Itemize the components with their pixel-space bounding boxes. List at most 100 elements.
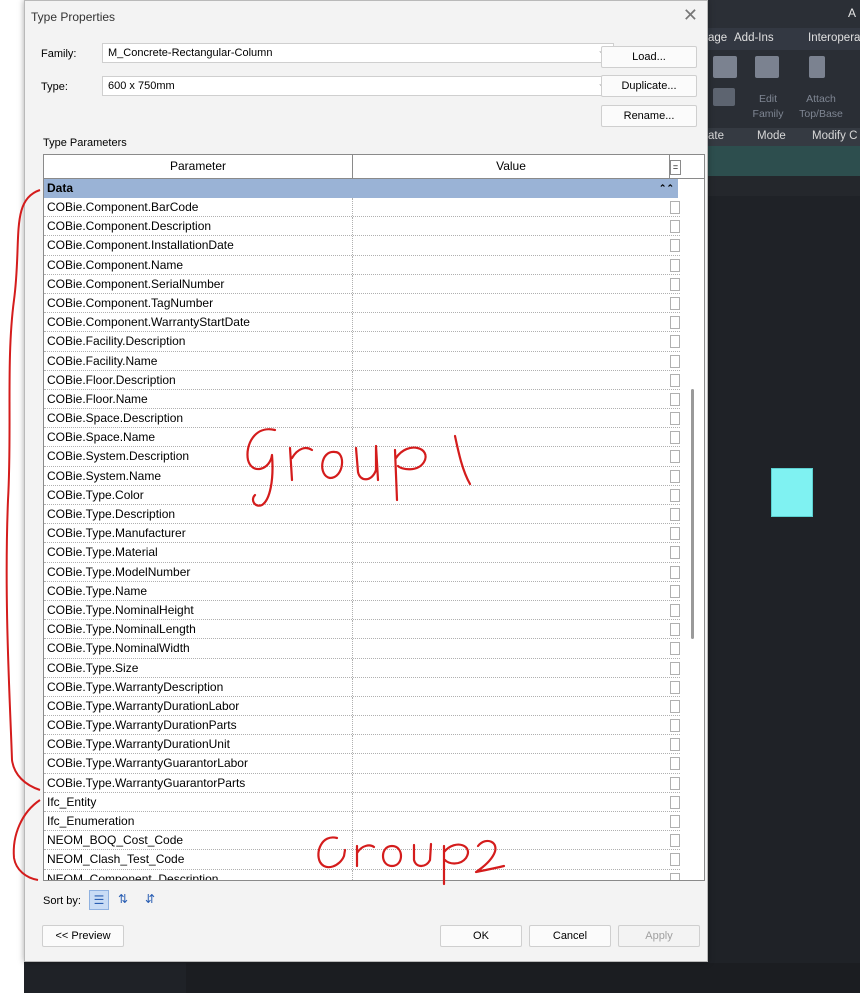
formula-button[interactable] — [670, 431, 680, 445]
parameter-column-header[interactable]: Parameter — [44, 155, 353, 178]
parameter-row[interactable]: Ifc_Enumeration — [44, 812, 680, 832]
parameter-row[interactable]: COBie.Type.NominalLength — [44, 620, 680, 640]
formula-button[interactable] — [670, 565, 680, 579]
parameter-row[interactable]: NEOM_Clash_Test_Code — [44, 850, 680, 870]
parameter-row[interactable]: COBie.Type.Color — [44, 485, 680, 505]
ribbon-tab-manage[interactable]: age — [708, 32, 727, 44]
edit-family-button[interactable]: Edit Family — [750, 92, 786, 122]
formula-button[interactable] — [670, 412, 680, 426]
parameter-row[interactable]: COBie.Type.WarrantyDurationParts — [44, 716, 680, 736]
scrollbar-thumb[interactable] — [691, 389, 694, 639]
formula-button[interactable] — [670, 354, 680, 368]
formula-button[interactable] — [670, 642, 680, 656]
close-icon[interactable]: ✕ — [683, 5, 698, 25]
formula-button[interactable] — [670, 719, 680, 733]
sort-grouped-icon[interactable]: ☰ — [89, 890, 109, 910]
formula-button[interactable] — [670, 450, 680, 464]
parameter-row[interactable]: NEOM_BOQ_Cost_Code — [44, 831, 680, 851]
formula-button[interactable] — [670, 584, 680, 598]
parameter-row[interactable]: COBie.Type.Name — [44, 581, 680, 601]
formula-button[interactable] — [670, 527, 680, 541]
create-tool-icon[interactable] — [713, 88, 735, 106]
formula-button[interactable] — [670, 546, 680, 560]
formula-button[interactable] — [670, 815, 680, 828]
formula-button[interactable] — [670, 469, 680, 483]
value-column-header[interactable]: Value — [353, 155, 670, 178]
formula-button[interactable] — [670, 738, 680, 752]
formula-button[interactable] — [670, 373, 680, 387]
formula-button[interactable] — [670, 277, 680, 291]
formula-button[interactable] — [670, 316, 680, 330]
formula-button[interactable] — [670, 834, 680, 848]
parameter-row[interactable]: COBie.Type.NominalHeight — [44, 600, 680, 621]
parameter-row[interactable]: COBie.Component.WarrantyStartDate — [44, 313, 680, 333]
parameter-row[interactable]: COBie.Space.Name — [44, 428, 680, 448]
modify-tool-icon[interactable] — [713, 56, 737, 78]
parameter-row[interactable]: COBie.Type.WarrantyGuarantorLabor — [44, 754, 680, 774]
family-select[interactable]: M_Concrete-Rectangular-Column ⌵ — [102, 43, 614, 63]
parameter-row[interactable]: COBie.Component.Name — [44, 255, 680, 275]
parameter-row[interactable]: COBie.Facility.Description — [44, 332, 680, 352]
parameter-row[interactable]: Ifc_Entity — [44, 792, 680, 812]
formula-button[interactable] — [670, 220, 680, 234]
formula-button[interactable] — [670, 201, 680, 214]
load-button[interactable]: Load... — [601, 46, 697, 68]
grid-scrollbar[interactable] — [688, 179, 702, 880]
formula-button[interactable] — [670, 757, 680, 771]
parameter-row[interactable]: COBie.Type.Manufacturer — [44, 524, 680, 544]
parameter-row[interactable]: COBie.System.Description — [44, 447, 680, 467]
column-preview-shape[interactable] — [771, 468, 813, 517]
formula-button[interactable] — [670, 335, 680, 349]
parameter-row[interactable]: COBie.Component.TagNumber — [44, 293, 680, 314]
formula-button[interactable] — [670, 872, 680, 880]
edit-family-icon[interactable] — [755, 56, 779, 78]
parameter-row[interactable]: COBie.Type.Material — [44, 543, 680, 563]
parameter-row[interactable]: COBie.Type.ModelNumber — [44, 562, 680, 582]
parameter-row[interactable]: COBie.Type.WarrantyDescription — [44, 677, 680, 697]
parameter-row[interactable]: COBie.Space.Description — [44, 409, 680, 429]
sort-ascending-icon[interactable]: ⇅ — [113, 890, 133, 910]
formula-button[interactable] — [670, 795, 680, 809]
formula-button[interactable] — [670, 488, 680, 502]
duplicate-button[interactable]: Duplicate... — [601, 75, 697, 97]
attach-top-base-button[interactable]: Attach Top/Base — [796, 92, 846, 122]
formula-button[interactable] — [670, 776, 680, 790]
type-select[interactable]: 600 x 750mm ⌵ — [102, 76, 614, 96]
parameter-row[interactable]: COBie.Floor.Description — [44, 370, 680, 390]
group-header-data[interactable]: Data ⌃⌃ — [44, 179, 678, 198]
parameter-row[interactable]: COBie.Type.WarrantyGuarantorParts — [44, 773, 680, 793]
ribbon-tab-add-ins[interactable]: Add-Ins — [734, 32, 774, 44]
parameter-row[interactable]: COBie.Type.WarrantyDurationLabor — [44, 696, 680, 717]
parameter-row[interactable]: COBie.Component.BarCode — [44, 198, 680, 218]
parameter-row[interactable]: COBie.Type.Description — [44, 505, 680, 525]
collapse-icon[interactable]: ⌃⌃ — [659, 179, 674, 198]
parameter-row[interactable]: COBie.Floor.Name — [44, 389, 680, 410]
formula-button[interactable] — [670, 508, 680, 521]
ok-button[interactable]: OK — [440, 925, 522, 947]
formula-button[interactable] — [670, 392, 680, 406]
attach-top-base-icon[interactable] — [809, 56, 825, 78]
sort-descending-icon[interactable]: ⇵ — [140, 890, 160, 910]
cancel-button[interactable]: Cancel — [529, 925, 611, 947]
preview-button[interactable]: << Preview — [42, 925, 124, 947]
parameter-row[interactable]: NEOM_Component_Description — [44, 869, 680, 880]
parameter-row[interactable]: COBie.Facility.Name — [44, 351, 680, 371]
formula-button[interactable] — [670, 258, 680, 272]
parameter-row[interactable]: COBie.Type.WarrantyDurationUnit — [44, 735, 680, 755]
ribbon-tab-interoperability[interactable]: Interopera — [808, 32, 860, 44]
apply-button[interactable]: Apply — [618, 925, 700, 947]
formula-button[interactable] — [670, 699, 680, 713]
parameter-row[interactable]: COBie.System.Name — [44, 466, 680, 486]
rename-button[interactable]: Rename... — [601, 105, 697, 127]
parameter-row[interactable]: COBie.Component.Description — [44, 217, 680, 237]
formula-button[interactable] — [670, 680, 680, 694]
formula-button[interactable] — [670, 603, 680, 617]
parameter-row[interactable]: COBie.Type.NominalWidth — [44, 639, 680, 659]
formula-button[interactable] — [670, 623, 680, 637]
formula-button[interactable] — [670, 661, 680, 675]
formula-button[interactable] — [670, 239, 680, 253]
formula-button[interactable] — [670, 853, 680, 867]
parameter-row[interactable]: COBie.Component.InstallationDate — [44, 236, 680, 256]
formula-button[interactable] — [670, 296, 680, 310]
parameter-row[interactable]: COBie.Type.Size — [44, 658, 680, 678]
